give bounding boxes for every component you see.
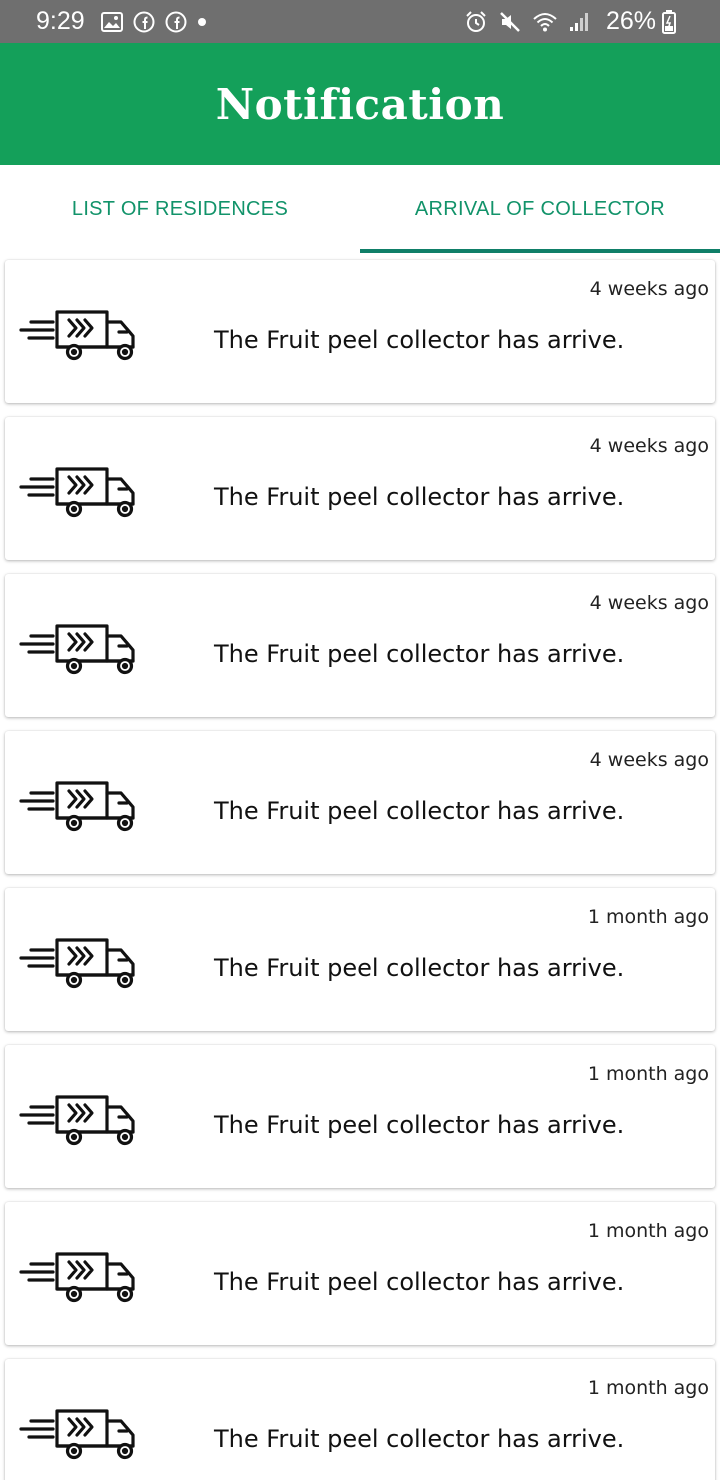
notification-message: The Fruit peel collector has arrive.: [214, 954, 625, 982]
notification-time: 4 weeks ago: [589, 278, 709, 300]
notification-time: 1 month ago: [587, 1377, 709, 1399]
truck-icon: [17, 779, 145, 841]
page-title: Notification: [215, 79, 505, 129]
notification-card[interactable]: 4 weeks ago The Fruit peel collector has…: [5, 417, 715, 560]
app-bar: Notification: [0, 43, 720, 165]
notification-message: The Fruit peel collector has arrive.: [214, 1268, 625, 1296]
facebook-icon: [165, 11, 187, 33]
wifi-icon: [532, 11, 558, 33]
tab-label: LIST OF RESIDENCES: [71, 197, 289, 220]
facebook-icon: [133, 11, 155, 33]
truck-icon: [17, 1250, 145, 1312]
notification-card[interactable]: 4 weeks ago The Fruit peel collector has…: [5, 260, 715, 403]
status-bar: 9:29 26%: [0, 0, 720, 43]
truck-icon: [17, 465, 145, 527]
status-time: 9:29: [36, 7, 85, 35]
tab-label: ARRIVAL OF COLLECTOR: [414, 197, 666, 220]
notification-message: The Fruit peel collector has arrive.: [214, 483, 625, 511]
notification-message: The Fruit peel collector has arrive.: [214, 326, 625, 354]
notification-message: The Fruit peel collector has arrive.: [214, 1425, 625, 1453]
dot-icon: [197, 17, 207, 27]
notification-list[interactable]: 4 weeks ago The Fruit peel collector has…: [0, 253, 720, 1480]
battery-percent: 26%: [605, 7, 656, 35]
notification-card[interactable]: 1 month ago The Fruit peel collector has…: [5, 1202, 715, 1345]
status-right: 26%: [464, 7, 686, 36]
truck-icon: [17, 308, 145, 370]
battery-icon: [662, 9, 676, 34]
notification-card[interactable]: 1 month ago The Fruit peel collector has…: [5, 1045, 715, 1188]
notification-card[interactable]: 1 month ago The Fruit peel collector has…: [5, 888, 715, 1031]
notification-card[interactable]: 1 month ago The Fruit peel collector has…: [5, 1359, 715, 1480]
signal-icon: [568, 11, 590, 33]
status-left: 9:29: [36, 7, 217, 36]
image-icon: [100, 11, 123, 32]
notification-time: 1 month ago: [587, 906, 709, 928]
tab-list-of-residences[interactable]: LIST OF RESIDENCES: [0, 165, 360, 253]
notification-message: The Fruit peel collector has arrive.: [214, 640, 625, 668]
truck-icon: [17, 1407, 145, 1469]
alarm-icon: [464, 10, 488, 33]
notification-card[interactable]: 4 weeks ago The Fruit peel collector has…: [5, 731, 715, 874]
notification-time: 1 month ago: [587, 1220, 709, 1242]
notification-time: 1 month ago: [587, 1063, 709, 1085]
mute-icon: [498, 11, 522, 33]
notification-time: 4 weeks ago: [589, 435, 709, 457]
notification-time: 4 weeks ago: [589, 749, 709, 771]
truck-icon: [17, 1093, 145, 1155]
notification-message: The Fruit peel collector has arrive.: [214, 797, 625, 825]
truck-icon: [17, 936, 145, 998]
notification-message: The Fruit peel collector has arrive.: [214, 1111, 625, 1139]
truck-icon: [17, 622, 145, 684]
notification-card[interactable]: 4 weeks ago The Fruit peel collector has…: [5, 574, 715, 717]
notification-time: 4 weeks ago: [589, 592, 709, 614]
tab-bar: LIST OF RESIDENCES ARRIVAL OF COLLECTOR: [0, 165, 720, 253]
tab-arrival-of-collector[interactable]: ARRIVAL OF COLLECTOR: [360, 165, 720, 253]
